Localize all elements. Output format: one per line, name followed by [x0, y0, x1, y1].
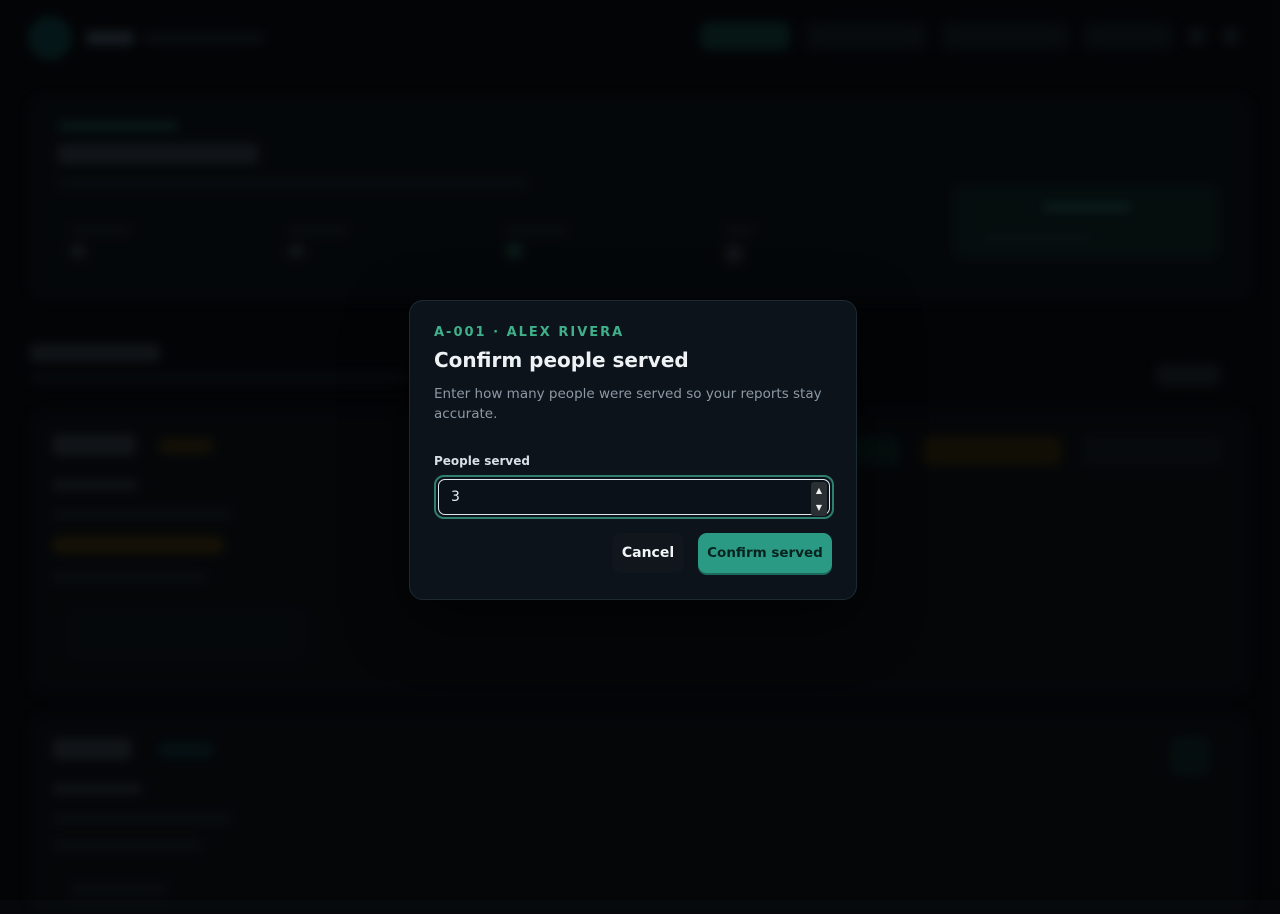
cancel-button[interactable]: Cancel — [612, 533, 684, 573]
dialog-description: Enter how many people were served so you… — [434, 384, 824, 424]
triangle-down-icon[interactable]: ▼ — [816, 503, 822, 512]
dialog-title: Confirm people served — [434, 348, 832, 372]
people-served-input[interactable] — [438, 479, 830, 515]
number-spinner[interactable]: ▲ ▼ — [811, 482, 827, 516]
people-served-field-focus-ring: ▲ ▼ — [434, 475, 834, 519]
people-served-label: People served — [434, 454, 832, 468]
dialog-kicker: A-001 · ALEX RIVERA — [434, 325, 832, 340]
triangle-up-icon[interactable]: ▲ — [816, 486, 822, 495]
dialog-actions: Cancel Confirm served — [612, 533, 832, 573]
confirm-served-button[interactable]: Confirm served — [698, 533, 832, 573]
confirm-served-dialog: A-001 · ALEX RIVERA Confirm people serve… — [409, 300, 857, 600]
